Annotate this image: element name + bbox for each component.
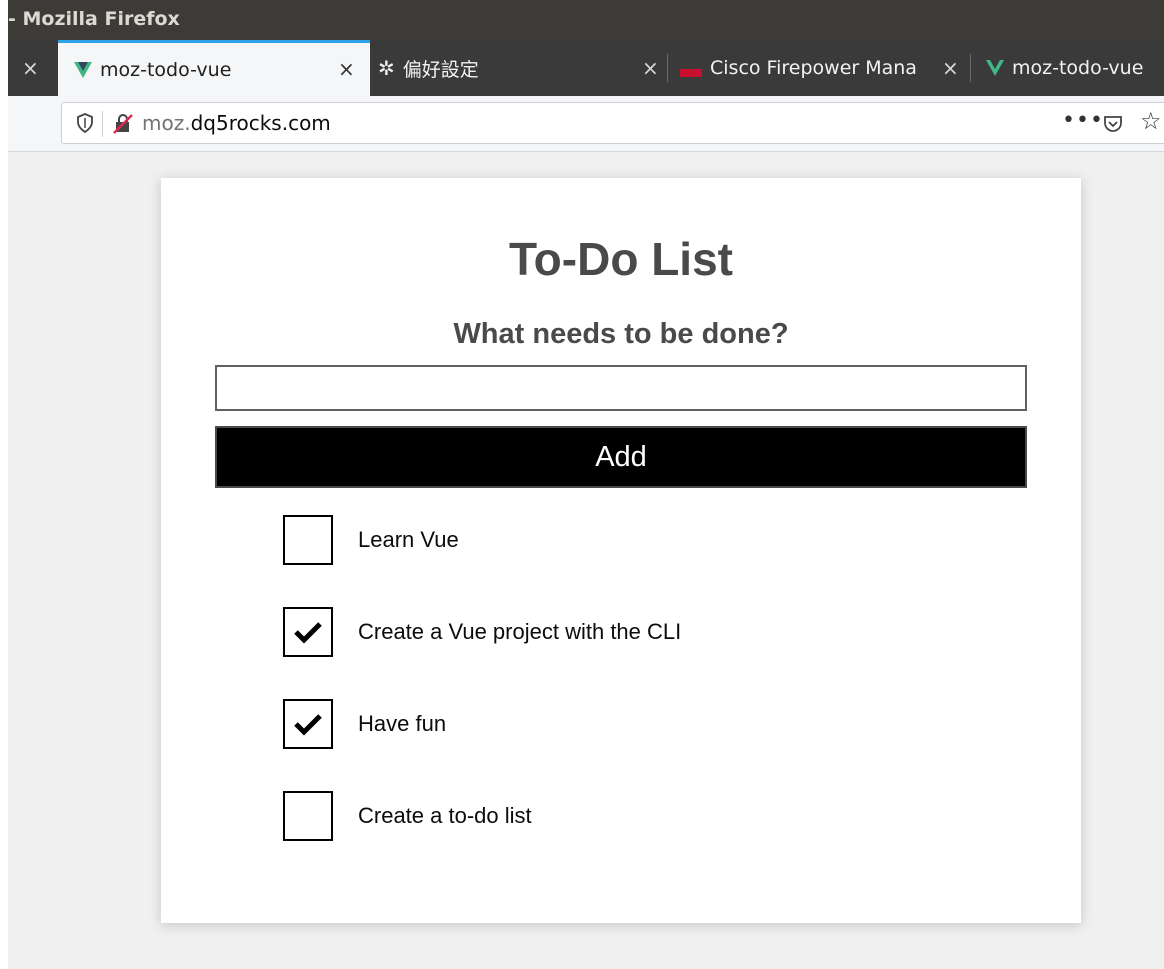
gear-icon: ✲	[378, 56, 395, 80]
close-icon[interactable]: ×	[942, 56, 959, 80]
tab-moz-todo-vue-active[interactable]: moz-todo-vue ×	[58, 40, 370, 96]
todo-label[interactable]: Learn Vue	[358, 527, 459, 553]
tab-cisco-firepower[interactable]: Cisco Firepower Mana ×	[672, 40, 972, 96]
tab-separator	[970, 54, 971, 82]
todo-label[interactable]: Have fun	[358, 711, 446, 737]
tab-label: moz-todo-vue	[1012, 57, 1144, 79]
window-title: - Mozilla Firefox	[8, 8, 180, 30]
todo-item: Have fun	[283, 696, 446, 752]
vue-logo-icon	[986, 60, 1004, 76]
todo-checkbox[interactable]	[283, 791, 333, 841]
checkmark-icon	[294, 714, 322, 736]
tab-label: Cisco Firepower Mana	[710, 57, 917, 79]
todo-checkbox[interactable]	[283, 607, 333, 657]
insecure-lock-icon[interactable]	[112, 113, 134, 135]
page-actions-more-icon[interactable]: •••	[1062, 108, 1104, 133]
tab-moz-todo-vue[interactable]: moz-todo-vue	[976, 40, 1164, 96]
tab-separator	[667, 54, 668, 82]
url-domain: dq5rocks.com	[190, 111, 331, 135]
cisco-icon	[680, 69, 702, 77]
todo-item: Learn Vue	[283, 512, 459, 568]
page-title: To-Do List	[509, 233, 733, 285]
nav-toolbar: moz.dq5rocks.com ••• ☆	[8, 96, 1164, 152]
todo-item: Create a to-do list	[283, 788, 532, 844]
bookmark-star-icon[interactable]: ☆	[1140, 107, 1162, 135]
url-text[interactable]: moz.dq5rocks.com	[142, 111, 331, 135]
tab-strip: × moz-todo-vue × ✲ 偏好設定 × Cisco Firepowe…	[8, 40, 1164, 96]
tab-preferences[interactable]: ✲ 偏好設定 ×	[372, 40, 672, 96]
checkmark-icon	[294, 622, 322, 644]
url-bar[interactable]: moz.dq5rocks.com ••• ☆	[61, 102, 1164, 144]
shield-icon[interactable]	[76, 113, 94, 133]
close-icon[interactable]: ×	[338, 57, 355, 81]
tab-label: moz-todo-vue	[100, 58, 232, 81]
close-icon[interactable]: ×	[642, 56, 659, 80]
vue-logo-icon	[74, 61, 92, 78]
tab-label: 偏好設定	[402, 58, 479, 81]
add-button[interactable]: Add	[215, 426, 1027, 488]
tab-prev-partial[interactable]: ×	[8, 40, 52, 96]
new-todo-prompt: What needs to be done?	[453, 318, 789, 350]
todo-app-card: To-Do List What needs to be done? Add Le…	[161, 178, 1081, 923]
todo-label[interactable]: Create a to-do list	[358, 803, 532, 829]
new-todo-input[interactable]	[215, 365, 1027, 411]
url-separator	[102, 111, 103, 137]
todo-label[interactable]: Create a Vue project with the CLI	[358, 619, 681, 645]
url-prefix: moz.	[142, 111, 191, 135]
todo-checkbox[interactable]	[283, 699, 333, 749]
todo-checkbox[interactable]	[283, 515, 333, 565]
todo-item: Create a Vue project with the CLI	[283, 604, 681, 660]
left-edge	[0, 0, 8, 969]
window-titlebar: - Mozilla Firefox	[8, 0, 1164, 40]
close-icon[interactable]: ×	[22, 56, 39, 80]
pocket-icon[interactable]	[1102, 113, 1124, 135]
